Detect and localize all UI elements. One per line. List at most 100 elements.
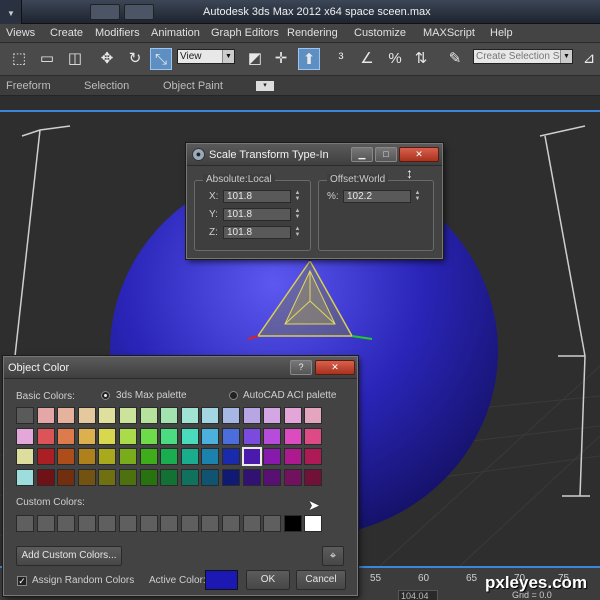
custom-color-swatch[interactable]: [201, 515, 220, 532]
basic-color-swatch[interactable]: [36, 448, 55, 465]
tab-freeform[interactable]: Freeform: [6, 80, 51, 92]
basic-color-swatch[interactable]: [57, 427, 76, 445]
basic-color-swatch[interactable]: [139, 468, 158, 486]
custom-color-swatch[interactable]: [77, 515, 96, 532]
basic-color-swatch[interactable]: [304, 427, 323, 445]
basic-color-swatch[interactable]: [57, 448, 76, 465]
mirror-icon[interactable]: ⊿: [578, 48, 600, 70]
percent-snap-icon[interactable]: %: [384, 48, 406, 70]
basic-color-swatch[interactable]: [16, 468, 34, 486]
basic-color-swatch[interactable]: [77, 427, 96, 445]
edit-named-selection-icon[interactable]: ✎: [444, 48, 466, 70]
max-palette-radio[interactable]: [101, 391, 110, 400]
reference-coord-dropdown[interactable]: View ▼: [177, 49, 235, 64]
custom-color-swatch[interactable]: [160, 515, 179, 532]
custom-color-swatch[interactable]: [139, 515, 158, 532]
basic-color-swatch[interactable]: [36, 427, 55, 445]
basic-color-swatch[interactable]: [180, 448, 199, 465]
maximize-button[interactable]: □: [375, 147, 397, 162]
basic-color-swatch[interactable]: [160, 468, 179, 486]
dialog-title-bar[interactable]: ● Scale Transform Type-In ▁ □ ✕: [187, 144, 442, 166]
basic-color-swatch[interactable]: [36, 407, 55, 424]
basic-color-swatch[interactable]: [180, 468, 199, 486]
menu-rendering[interactable]: Rendering: [287, 27, 338, 39]
basic-color-swatch[interactable]: [242, 468, 261, 486]
minimize-button[interactable]: ▁: [351, 147, 373, 162]
basic-color-swatch[interactable]: [304, 468, 323, 486]
basic-color-swatch[interactable]: [201, 468, 220, 486]
basic-color-swatch[interactable]: [201, 448, 220, 465]
basic-color-swatch[interactable]: [139, 448, 158, 465]
rectangle-select-icon[interactable]: ▭: [36, 48, 58, 70]
basic-color-swatch[interactable]: [263, 407, 282, 424]
basic-color-swatch[interactable]: [222, 407, 240, 424]
scale-icon[interactable]: ⤡: [150, 48, 172, 70]
basic-color-swatch[interactable]: [16, 407, 34, 424]
custom-color-swatch[interactable]: [222, 515, 240, 532]
basic-color-swatch[interactable]: [180, 427, 199, 445]
basic-color-swatch[interactable]: [283, 468, 302, 486]
basic-color-swatch[interactable]: [304, 407, 323, 424]
menu-graph-editors[interactable]: Graph Editors: [211, 27, 279, 39]
selection-set-dropdown[interactable]: Create Selection Se ▼: [473, 49, 573, 64]
custom-color-swatch[interactable]: [304, 515, 323, 532]
basic-color-swatch[interactable]: [222, 427, 240, 445]
z-scale-field[interactable]: 101.8: [223, 226, 291, 239]
app-menu-button[interactable]: ▼: [0, 0, 22, 24]
basic-color-swatch[interactable]: [77, 407, 96, 424]
tab-selection[interactable]: Selection: [84, 80, 129, 92]
custom-color-swatch[interactable]: [263, 515, 282, 532]
basic-color-swatch[interactable]: [16, 427, 34, 445]
basic-color-swatch[interactable]: [222, 448, 240, 465]
basic-color-swatch[interactable]: [241, 447, 262, 466]
basic-color-swatch[interactable]: [180, 407, 199, 424]
ok-button[interactable]: OK: [246, 570, 290, 590]
menu-maxscript[interactable]: MAXScript: [423, 27, 475, 39]
y-scale-field[interactable]: 101.8: [223, 208, 291, 221]
basic-color-swatch[interactable]: [77, 468, 96, 486]
select-manipulate-icon[interactable]: ✛: [270, 48, 292, 70]
eyedropper-icon[interactable]: ⌖: [322, 546, 344, 566]
menu-modifiers[interactable]: Modifiers: [95, 27, 140, 39]
menu-customize[interactable]: Customize: [354, 27, 406, 39]
basic-color-swatch[interactable]: [263, 427, 282, 445]
basic-color-swatch[interactable]: [201, 427, 220, 445]
basic-color-swatch[interactable]: [98, 407, 117, 424]
menu-help[interactable]: Help: [490, 27, 513, 39]
basic-color-swatch[interactable]: [242, 427, 261, 445]
percent-offset-field[interactable]: 102.2: [343, 190, 411, 203]
pivot-icon[interactable]: ◩: [244, 48, 266, 70]
basic-color-swatch[interactable]: [16, 448, 34, 465]
basic-color-swatch[interactable]: [119, 448, 137, 465]
custom-color-swatch[interactable]: [119, 515, 137, 532]
window-crossing-icon[interactable]: ◫: [64, 48, 86, 70]
custom-color-swatch[interactable]: [57, 515, 76, 532]
custom-color-swatch[interactable]: [283, 515, 302, 532]
cancel-button[interactable]: Cancel: [296, 570, 346, 590]
basic-color-swatch[interactable]: [242, 407, 261, 424]
spinner-snap-icon[interactable]: ⇅: [410, 48, 432, 70]
basic-color-swatch[interactable]: [36, 468, 55, 486]
basic-color-swatch[interactable]: [57, 407, 76, 424]
menu-create[interactable]: Create: [50, 27, 83, 39]
menu-views[interactable]: Views: [6, 27, 35, 39]
basic-color-swatch[interactable]: [139, 427, 158, 445]
basic-color-swatch[interactable]: [304, 448, 323, 465]
basic-color-swatch[interactable]: [98, 448, 117, 465]
basic-color-swatch[interactable]: [283, 448, 302, 465]
custom-color-swatch[interactable]: [180, 515, 199, 532]
angle-snap-icon[interactable]: ∠: [356, 48, 378, 70]
spinner-arrows-icon[interactable]: ▲ ▼: [413, 190, 422, 203]
spinner-arrows-icon[interactable]: ▲ ▼: [293, 190, 302, 203]
basic-color-swatch[interactable]: [98, 468, 117, 486]
basic-color-swatch[interactable]: [283, 427, 302, 445]
close-button[interactable]: ✕: [315, 360, 355, 375]
quick-access-icon[interactable]: [124, 4, 154, 20]
basic-color-swatch[interactable]: [160, 407, 179, 424]
snap-3-icon[interactable]: ³: [330, 48, 352, 70]
aci-palette-radio[interactable]: [229, 391, 238, 400]
basic-color-swatch[interactable]: [222, 468, 240, 486]
tab-object-paint[interactable]: Object Paint: [163, 80, 223, 92]
keyboard-shortcut-icon[interactable]: ⬆: [298, 48, 320, 70]
rotate-icon[interactable]: ↻: [124, 48, 146, 70]
